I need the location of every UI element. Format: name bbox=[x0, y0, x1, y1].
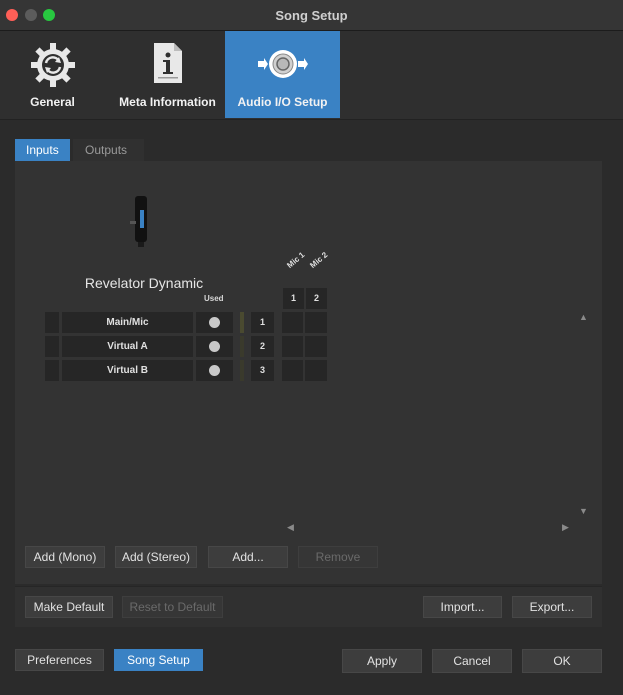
speaker-io-icon bbox=[256, 47, 310, 84]
window-title: Song Setup bbox=[275, 8, 348, 23]
used-column-header: Used bbox=[204, 294, 224, 303]
device-name: Revelator Dynamic bbox=[84, 275, 204, 291]
route-cell-2-1[interactable] bbox=[282, 336, 303, 357]
level-meter bbox=[240, 360, 244, 381]
tab-inputs[interactable]: Inputs bbox=[15, 139, 70, 161]
import-button[interactable]: Import... bbox=[423, 596, 502, 618]
microphone-icon bbox=[130, 196, 152, 253]
apply-button[interactable]: Apply bbox=[342, 649, 422, 673]
row-handle[interactable] bbox=[45, 336, 59, 357]
column-number-2: 2 bbox=[306, 288, 327, 309]
add-button[interactable]: Add... bbox=[208, 546, 288, 568]
tab-general[interactable]: General bbox=[0, 31, 105, 118]
input-channel-name[interactable]: Main/Mic bbox=[62, 312, 193, 333]
remove-button[interactable]: Remove bbox=[298, 546, 378, 568]
column-header-mic-1: Mic 1 bbox=[285, 250, 307, 270]
route-cell-3-2[interactable] bbox=[305, 360, 327, 381]
settings-category-bar: General Meta Information Audio I/O Setup bbox=[0, 31, 623, 120]
tab-audio-io-setup[interactable]: Audio I/O Setup bbox=[225, 31, 340, 118]
cancel-button[interactable]: Cancel bbox=[432, 649, 512, 673]
make-default-button[interactable]: Make Default bbox=[25, 596, 113, 618]
input-matrix-area: Revelator Dynamic Mic 1 Mic 2 1 2 Used M… bbox=[15, 161, 602, 584]
reset-to-default-button[interactable]: Reset to Default bbox=[122, 596, 223, 618]
input-channel-name[interactable]: Virtual B bbox=[62, 360, 193, 381]
level-meter bbox=[240, 312, 244, 333]
defaults-bar: Make Default Reset to Default Import... … bbox=[15, 586, 602, 627]
tab-outputs[interactable]: Outputs bbox=[73, 139, 144, 161]
scroll-left-arrow-icon[interactable]: ◀ bbox=[287, 522, 294, 533]
route-cell-3-1[interactable] bbox=[282, 360, 303, 381]
row-handle[interactable] bbox=[45, 360, 59, 381]
song-setup-button[interactable]: Song Setup bbox=[114, 649, 203, 671]
used-indicator bbox=[196, 360, 233, 381]
route-cell-2-2[interactable] bbox=[305, 336, 327, 357]
input-channel-name[interactable]: Virtual A bbox=[62, 336, 193, 357]
column-header-mic-2: Mic 2 bbox=[308, 250, 330, 270]
row-handle[interactable] bbox=[45, 312, 59, 333]
gear-icon bbox=[29, 41, 77, 92]
tab-general-label: General bbox=[30, 95, 75, 109]
level-meter bbox=[240, 336, 244, 357]
channel-number: 2 bbox=[251, 336, 274, 357]
used-indicator bbox=[196, 336, 233, 357]
tab-audio-io-setup-label: Audio I/O Setup bbox=[237, 95, 328, 109]
scroll-down-arrow-icon[interactable]: ▼ bbox=[579, 506, 588, 516]
scroll-up-arrow-icon[interactable]: ▲ bbox=[579, 312, 588, 322]
used-dot bbox=[209, 341, 220, 352]
used-indicator bbox=[196, 312, 233, 333]
used-dot bbox=[209, 365, 220, 376]
scroll-right-arrow-icon[interactable]: ▶ bbox=[562, 522, 569, 533]
column-number-1: 1 bbox=[283, 288, 304, 309]
used-dot bbox=[209, 317, 220, 328]
title-bar: Song Setup bbox=[0, 0, 623, 31]
route-cell-1-2[interactable] bbox=[305, 312, 327, 333]
audio-io-panel: Inputs Outputs Revelator Dynamic Mic 1 M… bbox=[15, 139, 602, 584]
info-document-icon bbox=[150, 41, 186, 88]
route-cell-1-1[interactable] bbox=[282, 312, 303, 333]
add-stereo-button[interactable]: Add (Stereo) bbox=[115, 546, 197, 568]
ok-button[interactable]: OK bbox=[522, 649, 602, 673]
preferences-button[interactable]: Preferences bbox=[15, 649, 104, 671]
export-button[interactable]: Export... bbox=[512, 596, 592, 618]
tab-meta-information[interactable]: Meta Information bbox=[111, 31, 224, 118]
channel-number: 3 bbox=[251, 360, 274, 381]
add-mono-button[interactable]: Add (Mono) bbox=[25, 546, 105, 568]
tab-meta-information-label: Meta Information bbox=[119, 95, 216, 109]
channel-number: 1 bbox=[251, 312, 274, 333]
